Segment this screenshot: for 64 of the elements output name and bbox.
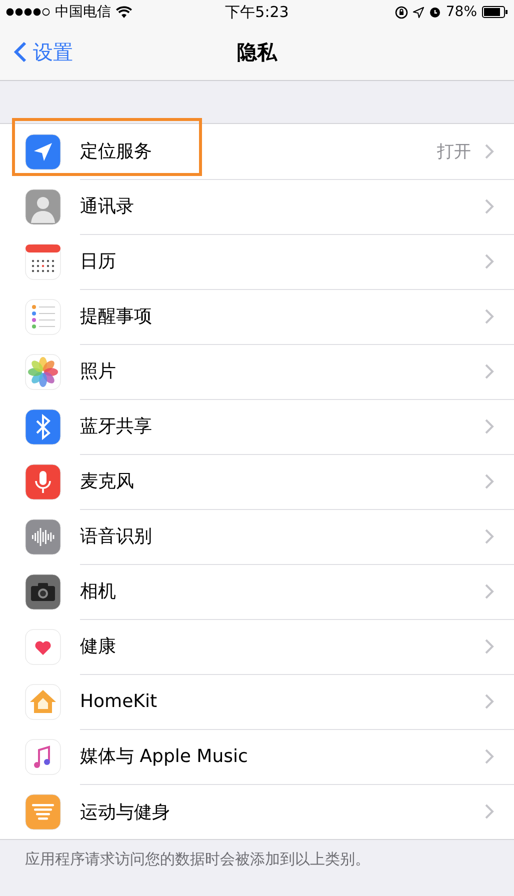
settings-row[interactable]: HomeKit [0, 674, 514, 729]
settings-row[interactable]: 媒体与 Apple Music [0, 729, 514, 784]
waveform-icon [25, 518, 61, 554]
row-label: 媒体与 Apple Music [80, 745, 249, 768]
signal-icon [6, 8, 50, 16]
settings-row[interactable]: 定位服务 打开 [0, 124, 514, 179]
camera-icon [25, 574, 61, 610]
row-label: 日历 [80, 250, 117, 273]
chevron-left-icon [14, 41, 27, 63]
chevron-right-icon [485, 474, 494, 488]
row-label: 相机 [80, 580, 117, 603]
chevron-right-icon [485, 638, 494, 654]
row-label: HomeKit [80, 690, 158, 712]
flower-icon [25, 354, 61, 390]
row-label: 通讯录 [80, 195, 135, 218]
row-label: 运动与健身 [80, 800, 171, 824]
list-icon [25, 298, 61, 334]
chevron-right-icon [485, 144, 494, 158]
chevron-right-icon [485, 694, 494, 708]
contact-silhouette-icon [25, 188, 61, 224]
settings-row[interactable]: 蓝牙共享 [0, 399, 514, 454]
music-note-icon [25, 738, 61, 774]
footer-note: 应用程序请求访问您的数据时会被添加到以上类别。 [24, 849, 371, 870]
location-arrow-icon [412, 6, 424, 18]
settings-row[interactable]: 健康 [0, 619, 514, 674]
settings-row[interactable]: 语音识别 [0, 509, 514, 564]
back-button[interactable]: 设置 [0, 38, 73, 66]
rotation-lock-icon [394, 6, 408, 18]
row-label: 语音识别 [80, 525, 153, 548]
row-label: 健康 [80, 635, 117, 658]
settings-row[interactable]: 麦克风 [0, 454, 514, 509]
carrier-name: 中国电信 [55, 3, 111, 21]
alarm-clock-icon [428, 6, 441, 18]
row-label: 照片 [80, 360, 117, 383]
clock-time: 下午5:23 [225, 2, 289, 22]
settings-row[interactable]: 相机 [0, 564, 514, 619]
settings-row[interactable]: 日历 [0, 234, 514, 289]
chevron-right-icon [485, 528, 494, 544]
row-label: 定位服务 [80, 140, 153, 163]
calendar-icon [25, 244, 61, 280]
battery-percentage: 78% [446, 4, 477, 20]
house-icon [25, 684, 61, 720]
settings-row[interactable]: 通讯录 [0, 179, 514, 234]
bluetooth-icon [25, 408, 61, 444]
settings-row[interactable]: 运动与健身 [0, 784, 514, 839]
battery-icon [482, 6, 508, 18]
chevron-right-icon [485, 198, 494, 214]
row-label: 蓝牙共享 [80, 415, 153, 438]
wifi-icon [116, 6, 132, 18]
chevron-right-icon [485, 418, 494, 434]
row-value: 打开 [437, 140, 471, 162]
stripes-icon [25, 794, 61, 830]
chevron-right-icon [485, 364, 494, 378]
chevron-right-icon [485, 748, 494, 764]
chevron-right-icon [485, 254, 494, 268]
chevron-right-icon [485, 804, 494, 819]
settings-row[interactable]: 照片 [0, 344, 514, 399]
chevron-right-icon [485, 584, 494, 598]
row-label: 麦克风 [80, 470, 135, 493]
row-label: 提醒事项 [80, 305, 153, 328]
microphone-icon [25, 464, 61, 500]
page-title: 隐私 [237, 38, 277, 66]
settings-row[interactable]: 提醒事项 [0, 289, 514, 344]
chevron-right-icon [485, 308, 494, 324]
